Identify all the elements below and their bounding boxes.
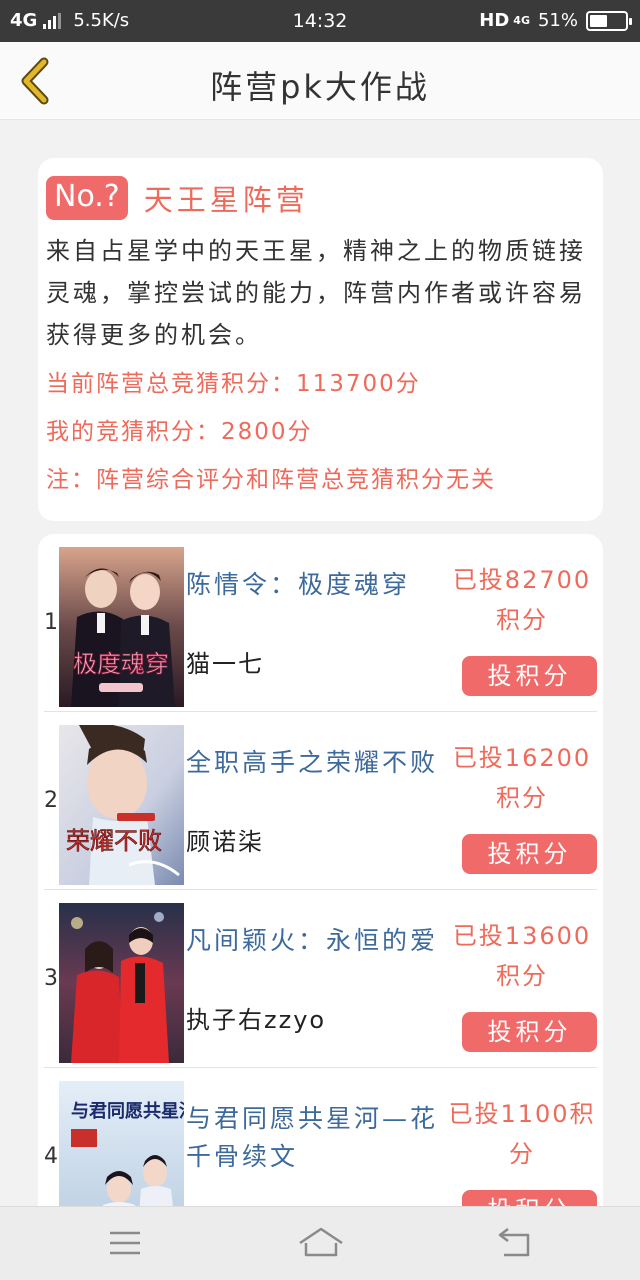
book-author: 执子右zzyo <box>186 1006 327 1034</box>
cover-title-text: 与君同愿共星河 <box>71 1101 184 1122</box>
book-title[interactable]: 全职高手之荣耀不败 <box>186 744 448 782</box>
book-cover-image <box>59 903 184 1063</box>
book-row: 3 凡间颖火：永恒的爱 执子右zzyo 已投13600积分 投积分 <box>44 890 597 1068</box>
book-rank: 2 <box>44 788 58 813</box>
voted-points: 已投1100积分 <box>448 1100 596 1168</box>
return-button[interactable] <box>490 1225 540 1261</box>
battery-icon <box>586 10 632 31</box>
system-nav-bar <box>0 1206 640 1280</box>
book-cover-image: 荣耀不败 <box>59 725 184 885</box>
page-title: 阵营pk大作战 <box>210 68 430 106</box>
camp-total-points: 当前阵营总竞猜积分：113700分 <box>46 371 421 397</box>
voted-points: 已投13600积分 <box>452 922 592 990</box>
menu-icon <box>110 1231 140 1255</box>
my-points: 我的竞猜积分：2800分 <box>46 419 313 445</box>
book-cover[interactable]: 荣耀不败 <box>59 725 184 885</box>
book-rank: 4 <box>44 1144 58 1169</box>
book-author: 顾诺柒 <box>186 828 264 856</box>
camp-rank-badge: No.? <box>46 176 128 220</box>
home-icon <box>299 1227 343 1257</box>
vote-points-button[interactable]: 投积分 <box>462 656 597 696</box>
book-author: 猫一七 <box>186 650 264 678</box>
camp-note: 注：阵营综合评分和阵营总竞猜积分无关 <box>46 467 496 493</box>
camp-header: No.? 天王星阵营 <box>46 176 593 220</box>
camp-name: 天王星阵营 <box>143 183 309 217</box>
book-row: 1 极度魂穿 陈情令：极度魂穿 猫一七 已投82700积分 投积分 <box>44 534 597 712</box>
cover-title-text: 荣耀不败 <box>66 827 162 855</box>
voted-points: 已投82700积分 <box>452 566 592 634</box>
book-row: 2 荣耀不败 全职高手之荣耀不败 顾诺柒 已投16200积分 投积分 <box>44 712 597 890</box>
book-rank: 1 <box>44 610 58 635</box>
camp-description: 来自占星学中的天王星，精神之上的物质链接灵魂，掌控尝试的能力，阵营内作者或许容易… <box>46 237 586 349</box>
book-title[interactable]: 陈情令：极度魂穿 <box>186 566 448 604</box>
book-list: 1 极度魂穿 陈情令：极度魂穿 猫一七 已投82700积分 投积分 2 荣耀不败… <box>38 534 603 1254</box>
menu-button[interactable] <box>100 1225 150 1261</box>
nav-bar: 阵营pk大作战 <box>0 42 640 120</box>
camp-card: No.? 天王星阵营 来自占星学中的天王星，精神之上的物质链接灵魂，掌控尝试的能… <box>38 158 603 521</box>
book-cover[interactable] <box>59 903 184 1063</box>
status-right: HD 4G 51% <box>479 10 632 31</box>
book-rank: 3 <box>44 966 58 991</box>
vote-points-button[interactable]: 投积分 <box>462 1012 597 1052</box>
book-title[interactable]: 与君同愿共星河—花千骨续文 <box>186 1100 448 1176</box>
vote-points-button[interactable]: 投积分 <box>462 834 597 874</box>
status-bar: 4G 5.5K/s 14:32 HD 4G 51% <box>0 0 640 42</box>
book-cover-image: 极度魂穿 <box>59 547 184 707</box>
voted-points: 已投16200积分 <box>452 744 592 812</box>
book-cover[interactable]: 极度魂穿 <box>59 547 184 707</box>
return-icon <box>498 1228 530 1257</box>
book-title[interactable]: 凡间颖火：永恒的爱 <box>186 922 448 960</box>
battery-fill <box>590 14 608 27</box>
battery-percent: 51% <box>537 10 578 31</box>
network-4g-label: 4G <box>513 14 530 27</box>
home-button[interactable] <box>296 1225 346 1261</box>
hd-label: HD <box>479 10 510 31</box>
cover-title-text: 极度魂穿 <box>73 650 169 678</box>
